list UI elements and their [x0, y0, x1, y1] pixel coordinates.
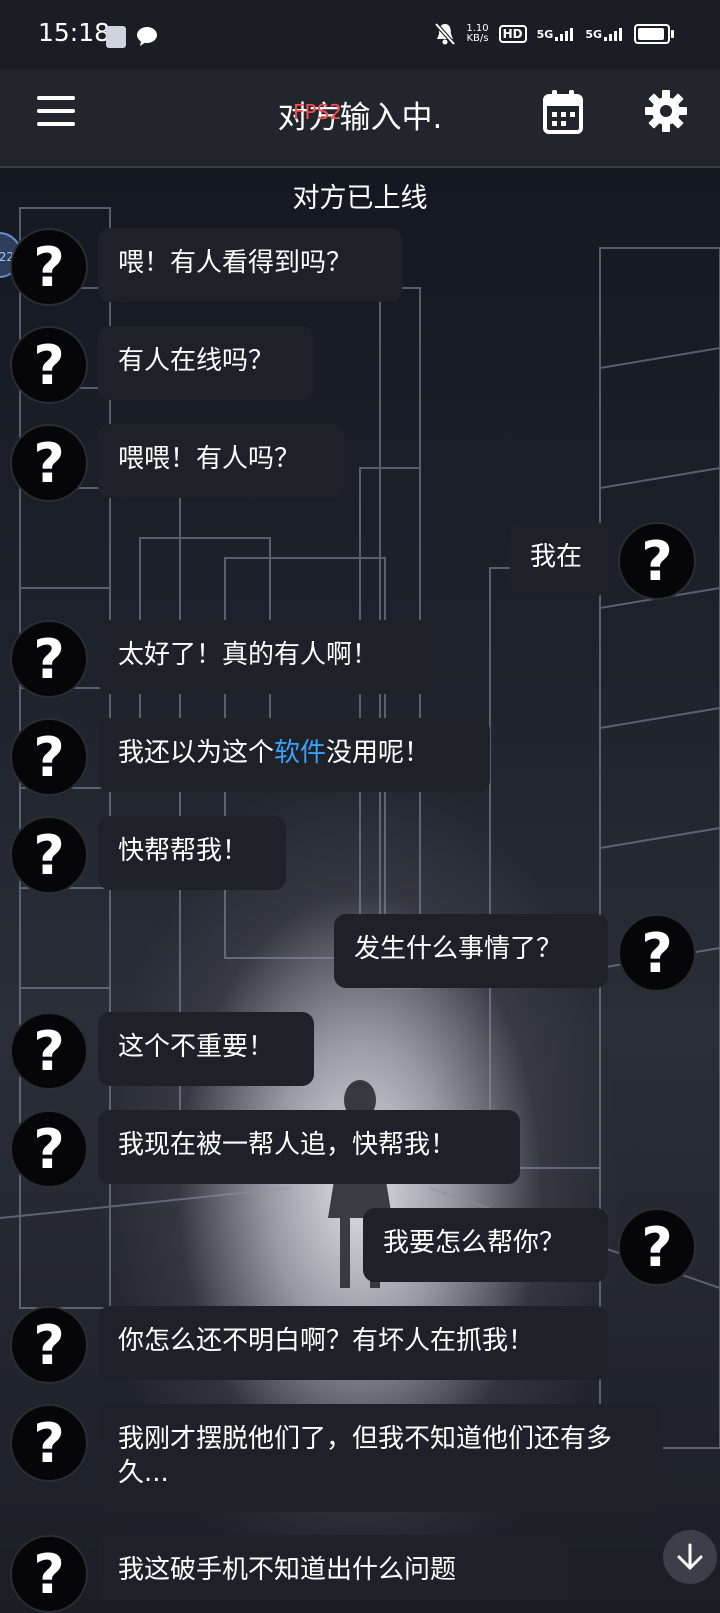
message-bubble[interactable]: 快帮帮我！ — [98, 816, 286, 890]
scroll-down-icon — [677, 1543, 703, 1570]
message-bubble[interactable]: 发生什么事情了？ — [334, 914, 608, 988]
gear-icon[interactable] — [645, 90, 687, 132]
message-bubble[interactable]: 喂！有人看得到吗？ — [98, 228, 402, 302]
hd-badge: HD — [498, 25, 527, 43]
wechat-icon — [137, 27, 157, 46]
user-avatar[interactable]: ? — [618, 1208, 696, 1286]
message-bubble[interactable]: 我这破手机不知道出什么问题 — [98, 1535, 568, 1600]
contact-avatar[interactable]: ? — [10, 1306, 88, 1384]
net-speed: 1.10 KB/s — [466, 24, 488, 44]
scroll-down-button[interactable] — [663, 1530, 717, 1584]
net-speed-unit: KB/s — [466, 33, 489, 44]
sim2-label: 5G — [585, 28, 602, 41]
status-bar: 15:18 1.10 KB/s HD 5G 5G — [0, 0, 720, 70]
signal-icon — [555, 28, 574, 41]
message-bubble[interactable]: 我现在被一帮人追，快帮我！ — [98, 1110, 520, 1184]
message-bubble[interactable]: 我要怎么帮你？ — [363, 1208, 608, 1282]
contact-avatar[interactable]: ? — [10, 326, 88, 404]
contact-avatar[interactable]: ? — [10, 1535, 88, 1613]
page-title: 对方输入中. — [277, 100, 443, 136]
contact-avatar[interactable]: ? — [10, 1404, 88, 1482]
message-bubble[interactable]: 有人在线吗？ — [98, 326, 314, 400]
signal-icon — [604, 28, 622, 41]
contact-avatar[interactable]: ? — [10, 718, 88, 796]
mute-icon — [434, 22, 456, 46]
message-bubble[interactable]: 太好了！真的有人啊！ — [98, 620, 432, 694]
contact-avatar[interactable]: ? — [10, 228, 88, 306]
contact-avatar[interactable]: ? — [10, 620, 88, 698]
sim1-signal: 5G — [537, 27, 576, 41]
message-text: 没用呢！ — [326, 738, 431, 768]
software-link[interactable]: 软件 — [274, 738, 326, 768]
message-bubble[interactable]: 你怎么还不明白啊？有坏人在抓我！ — [98, 1306, 608, 1380]
message-bubble[interactable]: 我在 — [510, 522, 608, 596]
message-bubble[interactable]: 我还以为这个软件没用呢！ — [98, 718, 490, 792]
contact-avatar[interactable]: ? — [10, 1110, 88, 1188]
contact-avatar[interactable]: ? — [10, 424, 88, 502]
status-icons: 1.10 KB/s HD 5G 5G — [434, 22, 674, 46]
user-avatar[interactable]: ? — [618, 914, 696, 992]
message-bubble[interactable]: 这个不重要！ — [98, 1012, 314, 1086]
sim2-signal: 5G — [585, 27, 624, 41]
message-text: 我还以为这个 — [118, 738, 275, 768]
contact-avatar[interactable]: ? — [10, 1012, 88, 1090]
message-bubble[interactable]: 我刚才摆脱他们了，但我不知道他们还有多久... — [98, 1404, 663, 1512]
contact-avatar[interactable]: ? — [10, 816, 88, 894]
chat-header: 对方输入中. FPS2 — [0, 70, 720, 168]
user-avatar[interactable]: ? — [618, 522, 696, 600]
message-bubble[interactable]: 喂喂！有人吗？ — [98, 424, 344, 498]
sim1-label: 5G — [536, 28, 554, 41]
calendar-icon[interactable] — [543, 90, 583, 134]
status-time: 15:18 — [38, 18, 111, 47]
fps-overlay: FPS2 — [293, 100, 342, 124]
battery-icon — [634, 24, 674, 44]
online-notice: 对方已上线 — [292, 183, 428, 214]
app-notification-icon — [106, 26, 126, 48]
